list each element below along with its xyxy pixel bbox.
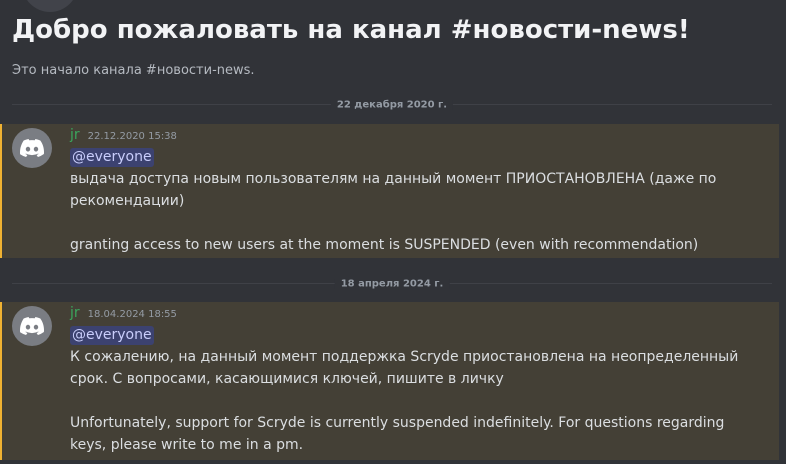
message-text-line: выдача доступа новым пользователям на да… bbox=[70, 171, 717, 187]
avatar[interactable] bbox=[12, 306, 52, 346]
date-divider-label: 22 декабря 2020 г. bbox=[330, 99, 454, 111]
message-timestamp: 22.12.2020 15:38 bbox=[87, 131, 177, 142]
message[interactable]: jr 18.04.2024 18:55 @everyone К сожалени… bbox=[0, 302, 779, 460]
message-text-line bbox=[70, 390, 771, 412]
message-text-line: keys, please write to me in a pm. bbox=[70, 437, 304, 453]
welcome-subtitle: Это начало канала #новости-news. bbox=[12, 63, 255, 78]
message[interactable]: jr 22.12.2020 15:38 @everyone выдача дос… bbox=[0, 124, 779, 258]
discord-logo-icon bbox=[20, 317, 44, 335]
message-text-line: срок. С вопросами, касающимися ключей, п… bbox=[70, 371, 504, 387]
avatar[interactable] bbox=[12, 128, 52, 168]
message-text-line bbox=[70, 212, 771, 234]
mention-highlight-bar bbox=[0, 124, 2, 258]
author-name[interactable]: jr bbox=[70, 305, 80, 321]
message-text-line: Unfortunately, support for Scryde is cur… bbox=[70, 415, 725, 431]
message-text-line: granting access to new users at the mome… bbox=[70, 237, 699, 253]
date-divider-label: 18 апреля 2024 г. bbox=[334, 278, 450, 290]
author-name[interactable]: jr bbox=[70, 127, 80, 143]
everyone-mention[interactable]: @everyone bbox=[70, 326, 154, 345]
message-timestamp: 18.04.2024 18:55 bbox=[87, 309, 177, 320]
message-text-line: рекомендации) bbox=[70, 193, 185, 209]
date-divider: 18 апреля 2024 г. bbox=[12, 278, 772, 290]
mention-highlight-bar bbox=[0, 302, 2, 460]
everyone-mention[interactable]: @everyone bbox=[70, 148, 154, 167]
channel-icon bbox=[22, 0, 78, 12]
discord-logo-icon bbox=[20, 139, 44, 157]
date-divider: 22 декабря 2020 г. bbox=[12, 99, 772, 111]
message-text-line: К сожалению, на данный момент поддержка … bbox=[70, 349, 739, 365]
welcome-title: Добро пожаловать на канал #новости-news! bbox=[12, 15, 690, 45]
